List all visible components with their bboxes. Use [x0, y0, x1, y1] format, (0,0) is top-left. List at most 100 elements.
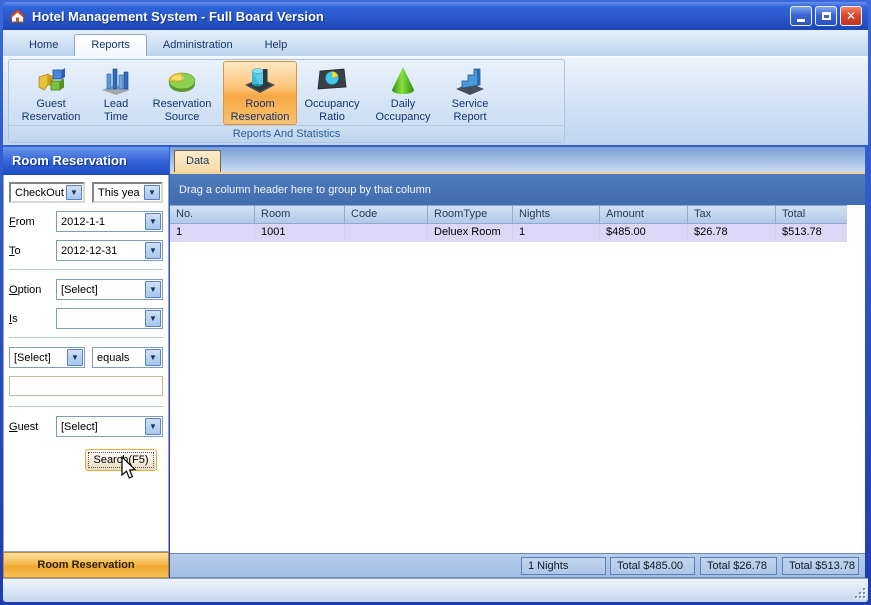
left-panel-title: Room Reservation [3, 147, 169, 175]
option-value: [Select] [61, 283, 98, 296]
operator-value: equals [97, 351, 130, 364]
maximize-icon [821, 12, 831, 20]
monitor-pie-icon [317, 68, 347, 90]
lead-time-button[interactable]: Lead Time [91, 61, 141, 125]
close-icon: ✕ [845, 9, 857, 23]
close-button[interactable]: ✕ [840, 6, 862, 26]
titlebar: Hotel Management System - Full Board Ver… [3, 2, 868, 30]
guest-value: [Select] [61, 420, 98, 433]
hotel-management-window: { "window": { "title": "Hotel Management… [0, 0, 871, 605]
chevron-down-icon[interactable]: ▼ [67, 349, 83, 366]
room-reservation-button[interactable]: Room Reservation [223, 61, 297, 125]
pie-chart-icon [168, 72, 196, 92]
maximize-button[interactable] [815, 6, 837, 26]
operator-combobox[interactable]: equals ▼ [92, 347, 163, 368]
chevron-down-icon[interactable]: ▼ [145, 349, 161, 366]
ribbon-group-caption: Reports And Statistics [9, 125, 564, 142]
window-title: Hotel Management System - Full Board Ver… [32, 8, 324, 24]
chevron-down-icon[interactable]: ▼ [145, 213, 161, 230]
grid-summary-footer: 1 Nights Total $485.00 Total $26.78 Tota… [170, 553, 865, 578]
chevron-down-icon[interactable]: ▼ [145, 281, 161, 298]
ribbon-button-label: Lead Time [103, 98, 129, 123]
from-date-combobox[interactable]: 2012-1-1 ▼ [56, 211, 163, 232]
to-label: To [9, 244, 21, 257]
date-type-combobox[interactable]: CheckOut [ ▼ [9, 182, 85, 203]
summary-tax: Total $26.78 [700, 557, 777, 575]
column-header-code[interactable]: Code [345, 206, 428, 223]
chevron-down-icon[interactable]: ▼ [144, 185, 160, 200]
table-row[interactable]: 1 1001 Deluex Room 1 $485.00 $26.78 $513… [170, 224, 847, 242]
ribbon-group-reports: Guest Reservation Lead Time Reservation … [8, 59, 565, 143]
guest-combobox[interactable]: [Select] ▼ [56, 416, 163, 437]
ribbon-button-label: Reservation Source [152, 98, 212, 123]
separator [9, 406, 163, 407]
is-label: Is [9, 312, 18, 325]
column-header-room[interactable]: Room [255, 206, 345, 223]
grid-header-row: No. Room Code RoomType Nights Amount Tax… [170, 205, 847, 224]
chevron-down-icon[interactable]: ▼ [145, 242, 161, 259]
period-value: This yea [98, 186, 140, 199]
field-value: [Select] [14, 351, 51, 364]
summary-nights: 1 Nights [521, 557, 606, 575]
column-header-nights[interactable]: Nights [513, 206, 600, 223]
cell-roomtype: Deluex Room [428, 224, 513, 242]
menu-bar: Home Reports Administration Help [3, 30, 868, 56]
grid-right-gap [847, 205, 865, 242]
daily-occupancy-button[interactable]: Daily Occupancy [367, 61, 439, 125]
separator [9, 269, 163, 270]
cell-no: 1 [170, 224, 255, 242]
filter-value-input[interactable] [9, 376, 163, 396]
cell-total: $513.78 [782, 226, 822, 238]
from-label: From [9, 215, 35, 228]
cell-code [345, 224, 428, 242]
column-header-total[interactable]: Total [776, 206, 847, 223]
guest-label: Guest [9, 420, 39, 433]
cell-nights: 1 [513, 224, 600, 242]
tab-reports[interactable]: Reports [74, 34, 147, 56]
occupancy-ratio-button[interactable]: Occupancy Ratio [297, 61, 367, 125]
chevron-down-icon[interactable]: ▼ [66, 185, 82, 200]
tab-administration[interactable]: Administration [147, 35, 249, 56]
field-combobox[interactable]: [Select] ▼ [9, 347, 85, 368]
resize-grip[interactable] [853, 586, 866, 599]
database-cylinder-icon [245, 68, 275, 93]
column-header-amount[interactable]: Amount [600, 206, 688, 223]
tab-help[interactable]: Help [249, 35, 304, 56]
minimize-button[interactable] [790, 6, 812, 26]
ribbon-button-label: Daily Occupancy [375, 98, 431, 123]
cubes-icon [38, 68, 65, 91]
separator [9, 337, 163, 338]
data-tab[interactable]: Data [174, 150, 222, 172]
to-date-combobox[interactable]: 2012-12-31 ▼ [56, 240, 163, 261]
from-date-value: 2012-1-1 [61, 215, 106, 228]
column-header-tax[interactable]: Tax [688, 206, 776, 223]
is-combobox[interactable]: ▼ [56, 308, 163, 329]
period-combobox[interactable]: This yea ▼ [92, 182, 163, 203]
ribbon-button-label: Service Report [451, 98, 489, 123]
chevron-down-icon[interactable]: ▼ [145, 418, 161, 435]
cell-tax: $26.78 [688, 224, 776, 242]
tab-home[interactable]: Home [13, 35, 74, 56]
room-reservation-nav-bar[interactable]: Room Reservation [3, 552, 169, 578]
steps-chart-icon [456, 68, 484, 95]
group-by-panel[interactable]: Drag a column header here to group by th… [170, 174, 865, 205]
reservation-source-button[interactable]: Reservation Source [141, 61, 223, 125]
status-bar [3, 578, 868, 602]
option-combobox[interactable]: [Select] ▼ [56, 279, 163, 300]
option-label: Option [9, 283, 42, 296]
to-date-value: 2012-12-31 [61, 244, 118, 257]
ribbon-button-label: Occupancy Ratio [304, 98, 360, 123]
cell-amount: $485.00 [600, 224, 688, 242]
search-button[interactable]: Search(F5) [85, 449, 157, 471]
home-app-icon [9, 9, 26, 23]
column-header-roomtype[interactable]: RoomType [428, 206, 513, 223]
ribbon: Guest Reservation Lead Time Reservation … [3, 56, 868, 145]
guest-reservation-button[interactable]: Guest Reservation [11, 61, 91, 125]
column-header-no[interactable]: No. [170, 206, 255, 223]
ribbon-button-label: Guest Reservation [21, 98, 81, 123]
service-report-button[interactable]: Service Report [439, 61, 501, 125]
summary-amount: Total $485.00 [610, 557, 695, 575]
document-tab-strip: Data [170, 147, 865, 174]
grid-empty-area [170, 242, 865, 553]
chevron-down-icon[interactable]: ▼ [145, 310, 161, 327]
